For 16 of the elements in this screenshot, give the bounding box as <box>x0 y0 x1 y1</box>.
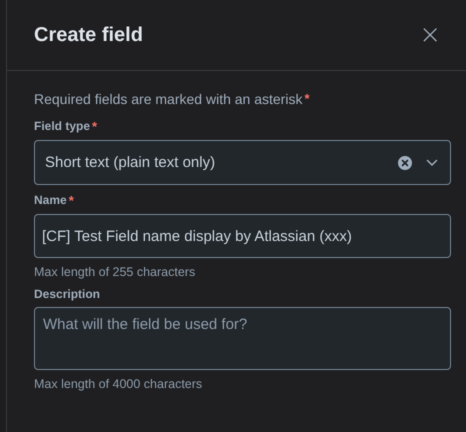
name-input[interactable]: [CF] Test Field name display by Atlassian (xxx) <box>34 214 451 258</box>
dialog-title: Create field <box>34 24 143 46</box>
field-label: Description <box>34 287 100 301</box>
close-button[interactable]: × <box>413 22 447 48</box>
helper-text: Max length of 255 characters <box>34 265 196 279</box>
field-label: Name <box>34 193 67 207</box>
asterisk-mark: * <box>304 91 310 106</box>
helper-text: Max length of 4000 characters <box>34 377 204 391</box>
asterisk-mark: * <box>92 119 98 134</box>
asterisk-mark: * <box>68 193 74 208</box>
chevron-down-icon[interactable] <box>426 158 438 166</box>
field-label: Field type <box>34 119 90 133</box>
required-note: Required fields are marked with an asterisk <box>34 91 302 107</box>
select-field[interactable]: Short text (plain text only) <box>34 140 451 185</box>
clear-icon[interactable] <box>398 156 412 170</box>
description-field[interactable]: What will the field be used for? <box>34 307 451 370</box>
